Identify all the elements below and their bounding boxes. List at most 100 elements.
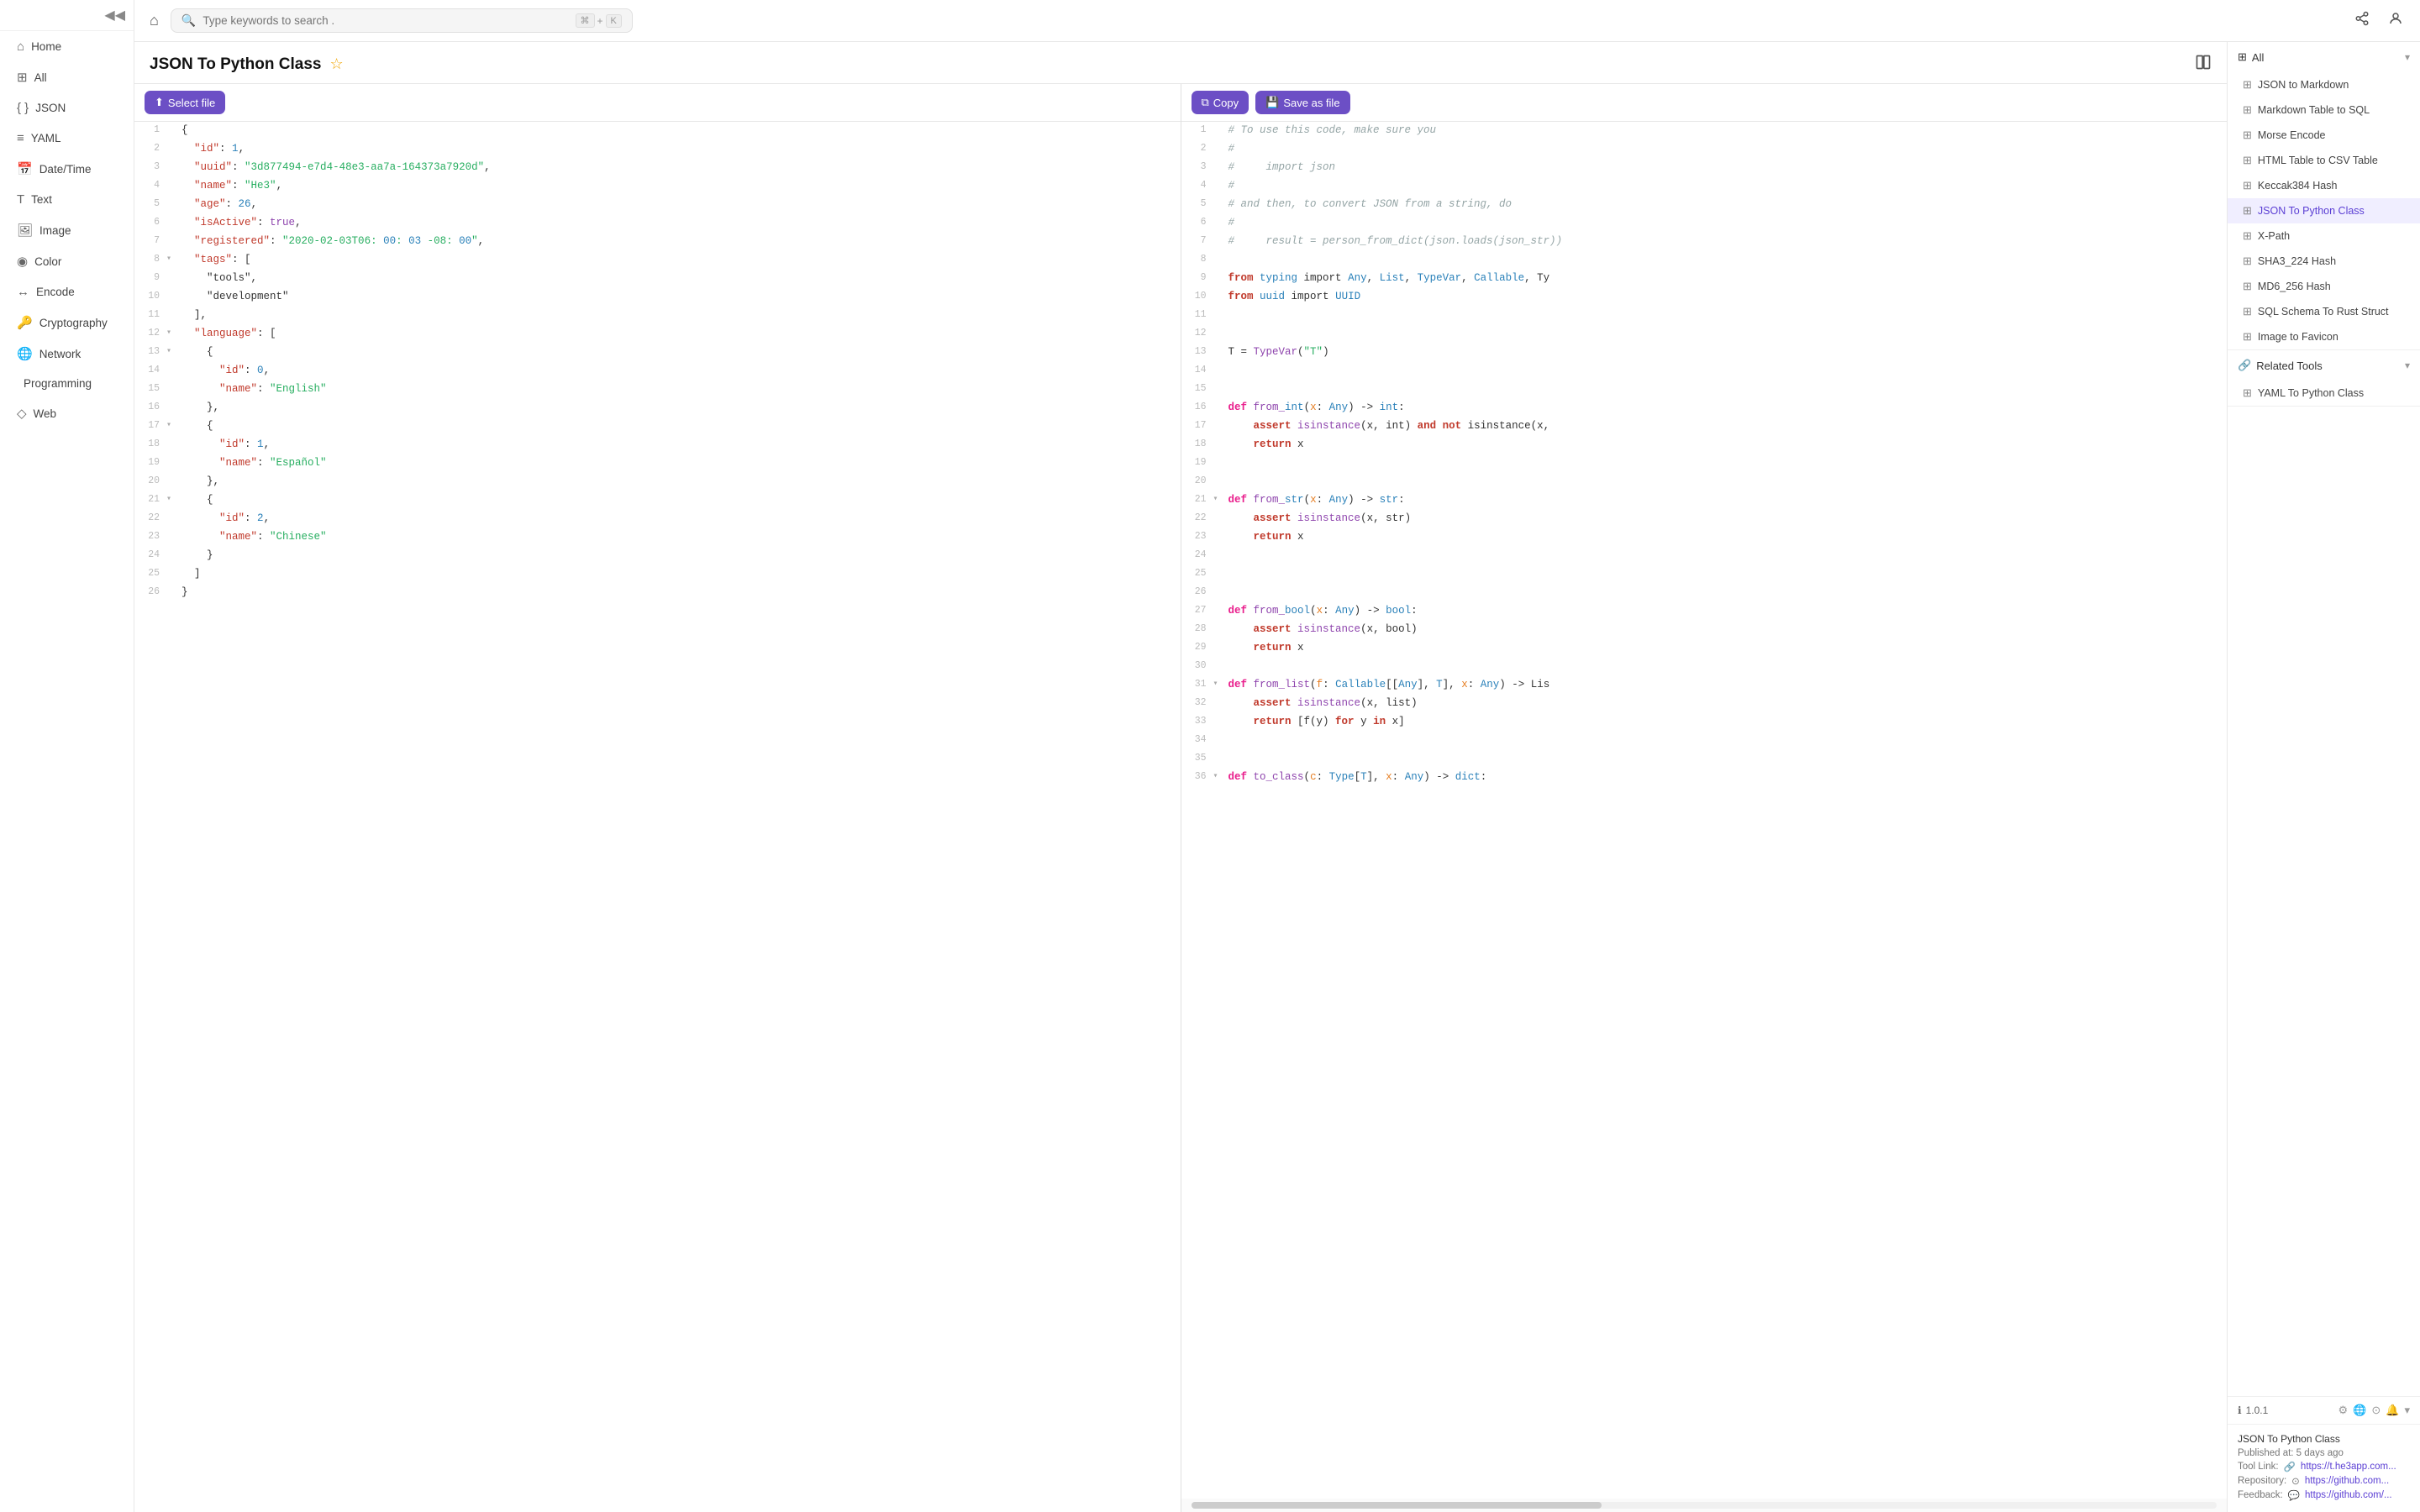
save-as-file-button[interactable]: 💾 Save as file	[1255, 91, 1349, 114]
all-tools-section: ⊞ All ▾ ⊞JSON to Markdown⊞Markdown Table…	[2228, 42, 2420, 350]
list-item[interactable]: ⊞MD6_256 Hash	[2228, 274, 2420, 299]
sidebar-item-programming[interactable]: Programming	[5, 370, 129, 397]
line-expand	[1213, 713, 1225, 715]
right-editor-content[interactable]: 1 # To use this code, make sure you 2 # …	[1181, 122, 2228, 1499]
copy-button[interactable]: ⧉ Copy	[1192, 91, 1249, 114]
feedback-row: Feedback: 💬 https://github.com/...	[2238, 1489, 2410, 1501]
line-expand	[166, 399, 178, 401]
globe-icon[interactable]: 🌐	[2353, 1404, 2366, 1417]
line-expand	[1213, 454, 1225, 456]
version-icon: ℹ	[2238, 1404, 2242, 1416]
line-expand	[1213, 140, 1225, 142]
sidebar-collapse-button[interactable]: ◀◀	[104, 7, 125, 24]
line-expand[interactable]: ▾	[166, 491, 178, 507]
sidebar-item-web[interactable]: ◇Web	[5, 398, 129, 428]
repo-link[interactable]: https://github.com...	[2305, 1476, 2389, 1486]
line-expand	[166, 122, 178, 123]
feedback-link[interactable]: https://github.com/...	[2305, 1490, 2392, 1500]
line-expand[interactable]: ▾	[1213, 676, 1225, 691]
line-expand[interactable]: ▾	[166, 325, 178, 340]
sidebar-item-label: Image	[39, 224, 71, 237]
sidebar-item-datetime[interactable]: 📅Date/Time	[5, 154, 129, 184]
sidebar-item-cryptography[interactable]: 🔑Cryptography	[5, 307, 129, 338]
sidebar-item-text[interactable]: TText	[5, 185, 129, 214]
line-number: 26	[134, 584, 166, 600]
layout-toggle-button[interactable]	[2195, 54, 2212, 75]
table-row: 6 "isActive": true,	[134, 214, 1181, 233]
list-item[interactable]: ⊞SQL Schema To Rust Struct	[2228, 299, 2420, 324]
line-number: 24	[1181, 547, 1213, 563]
list-item[interactable]: ⊞YAML To Python Class	[2228, 381, 2420, 406]
line-code: return x	[1225, 639, 1307, 656]
line-number: 16	[1181, 399, 1213, 415]
home-button[interactable]: ⌂	[146, 8, 162, 33]
tool-label: YAML To Python Class	[2258, 387, 2364, 399]
table-row: 23 "name": "Chinese"	[134, 528, 1181, 547]
scrollbar-thumb[interactable]	[1192, 1502, 1602, 1509]
k-key: K	[606, 14, 622, 28]
expand-icon[interactable]: ▾	[2404, 1404, 2410, 1417]
list-item[interactable]: ⊞JSON to Markdown	[2228, 72, 2420, 97]
home-icon: ⌂	[17, 39, 24, 54]
line-code: #	[1225, 177, 1239, 194]
right-sidebar: ⊞ All ▾ ⊞JSON to Markdown⊞Markdown Table…	[2227, 42, 2420, 1512]
list-item[interactable]: ⊞JSON To Python Class	[2228, 198, 2420, 223]
settings-icon[interactable]: ⚙	[2338, 1404, 2349, 1417]
sidebar-item-network[interactable]: 🌐Network	[5, 339, 129, 369]
line-expand	[1213, 196, 1225, 197]
sidebar-item-all[interactable]: ⊞All	[5, 62, 129, 92]
list-item[interactable]: ⊞Image to Favicon	[2228, 324, 2420, 349]
sidebar-item-yaml[interactable]: ≡YAML	[5, 123, 129, 153]
line-code: return [f(y) for y in x]	[1225, 713, 1408, 730]
list-item[interactable]: ⊞HTML Table to CSV Table	[2228, 148, 2420, 173]
line-expand[interactable]: ▾	[166, 417, 178, 433]
line-expand[interactable]: ▾	[166, 344, 178, 359]
version-left: ℹ 1.0.1	[2238, 1404, 2268, 1416]
line-expand	[166, 510, 178, 512]
tool-icon: ⊞	[2243, 204, 2252, 218]
bell-icon[interactable]: 🔔	[2386, 1404, 2399, 1417]
line-expand[interactable]: ▾	[1213, 769, 1225, 784]
left-editor-content[interactable]: 1 { 2 "id": 1, 3 "uuid": "3d877494-e7d4-…	[134, 122, 1181, 1512]
line-expand[interactable]: ▾	[1213, 491, 1225, 507]
line-number: 15	[134, 381, 166, 396]
table-row: 16 def from_int(x: Any) -> int:	[1181, 399, 2228, 417]
version-bar: ℹ 1.0.1 ⚙ 🌐 ⊙ 🔔 ▾	[2228, 1396, 2420, 1424]
horizontal-scrollbar[interactable]	[1192, 1502, 2217, 1509]
share-button[interactable]	[2349, 8, 2375, 34]
all-tools-header[interactable]: ⊞ All ▾	[2228, 42, 2420, 72]
search-input[interactable]	[203, 14, 568, 27]
favorite-button[interactable]: ☆	[329, 55, 343, 73]
user-button[interactable]	[2383, 8, 2408, 34]
related-tools-section: 🔗 Related Tools ▾ ⊞YAML To Python Class	[2228, 350, 2420, 407]
line-expand	[166, 140, 178, 142]
list-item[interactable]: ⊞Keccak384 Hash	[2228, 173, 2420, 198]
tool-label: SHA3_224 Hash	[2258, 255, 2336, 267]
list-item[interactable]: ⊞Morse Encode	[2228, 123, 2420, 148]
sidebar-item-image[interactable]: 🖼Image	[5, 215, 129, 245]
list-item[interactable]: ⊞X-Path	[2228, 223, 2420, 249]
github-icon[interactable]: ⊙	[2371, 1404, 2381, 1417]
table-row: 4 #	[1181, 177, 2228, 196]
sidebar-item-color[interactable]: ◉Color	[5, 246, 129, 276]
line-expand	[166, 177, 178, 179]
sidebar-item-home[interactable]: ⌂Home	[5, 32, 129, 61]
sidebar-item-json[interactable]: { }JSON	[5, 93, 129, 123]
line-code: "registered": "2020-02-03T06: 00: 03 -08…	[178, 233, 487, 249]
tool-link[interactable]: https://t.he3app.com...	[2301, 1462, 2396, 1472]
line-code: "uuid": "3d877494-e7d4-48e3-aa7a-164373a…	[178, 159, 494, 176]
line-expand[interactable]: ▾	[166, 251, 178, 266]
line-number: 31	[1181, 676, 1213, 692]
table-row: 14 "id": 0,	[134, 362, 1181, 381]
list-item[interactable]: ⊞SHA3_224 Hash	[2228, 249, 2420, 274]
list-item[interactable]: ⊞Markdown Table to SQL	[2228, 97, 2420, 123]
line-expand	[1213, 159, 1225, 160]
related-tools-header[interactable]: 🔗 Related Tools ▾	[2228, 350, 2420, 381]
table-row: 24	[1181, 547, 2228, 565]
sidebar-item-encode[interactable]: ↔Encode	[5, 277, 129, 307]
line-number: 19	[1181, 454, 1213, 470]
sidebar: ◀◀ ⌂Home⊞All{ }JSON≡YAML📅Date/TimeTText🖼…	[0, 0, 134, 1512]
line-number: 25	[1181, 565, 1213, 581]
select-file-button[interactable]: ⬆ Select file	[145, 91, 225, 114]
line-code: "name": "English"	[178, 381, 330, 397]
